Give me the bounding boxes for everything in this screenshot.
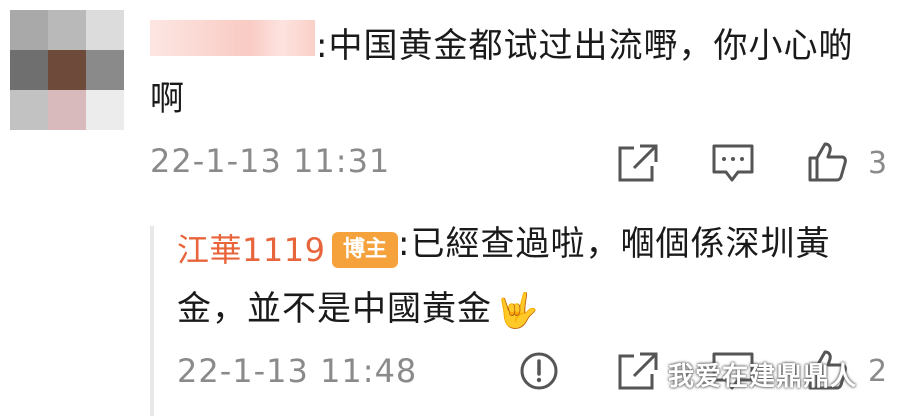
reply-like-count: 2 bbox=[868, 354, 888, 389]
share-icon[interactable] bbox=[614, 142, 660, 184]
reply-timestamp: 22-1-13 11:48 bbox=[177, 352, 418, 390]
reply-share-icon[interactable] bbox=[614, 350, 660, 392]
comment-timestamp: 22-1-13 11:31 bbox=[150, 142, 391, 180]
reply-text-continued: 金，並不是中國黃金 🤟 bbox=[177, 287, 539, 333]
reply-text-line2: 金，並不是中國黃金 bbox=[177, 289, 492, 329]
reply-text: :已經查過啦，嗰個係深圳黃 bbox=[398, 224, 831, 264]
report-icon[interactable] bbox=[518, 350, 560, 392]
reply-thread-bar bbox=[150, 226, 154, 416]
like-count: 3 bbox=[868, 146, 888, 181]
rock-hand-emoji: 🤟 bbox=[496, 290, 540, 331]
reply-icon[interactable] bbox=[710, 142, 756, 186]
comment-text: :中国黄金都试过出流嘢，你小心啲 bbox=[316, 26, 854, 66]
commenter-name-blurred[interactable] bbox=[150, 20, 315, 56]
comment-text-continued: 啊 bbox=[150, 79, 184, 119]
reply-author[interactable]: 江華1119 bbox=[177, 225, 325, 271]
like-icon[interactable] bbox=[806, 140, 848, 184]
watermark: 我爱在建鼎鼎人 bbox=[668, 362, 858, 392]
author-badge: 博主 bbox=[332, 232, 398, 268]
avatar[interactable] bbox=[10, 10, 124, 132]
